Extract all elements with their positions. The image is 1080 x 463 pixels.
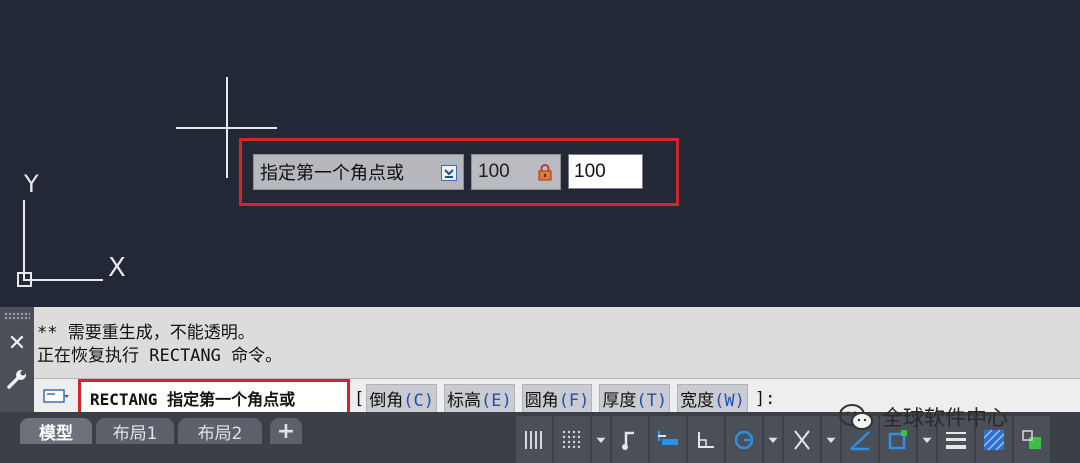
ucs-x-label: X <box>108 253 126 283</box>
ucs-origin-icon <box>17 272 32 287</box>
watermark-text: 全球软件中心 <box>882 406 1008 430</box>
ortho-icon[interactable] <box>688 416 724 463</box>
selection-cycling-icon[interactable] <box>1014 416 1050 463</box>
history-line: 正在恢复执行 RECTANG 命令。 <box>37 346 283 366</box>
dynamic-input-field-locked[interactable]: 100 <box>471 154 561 190</box>
command-current-prompt: RECTANG 指定第一个角点或 <box>90 390 296 409</box>
option-label: 宽度 <box>680 391 715 411</box>
wrench-icon[interactable] <box>6 368 28 390</box>
grid-icon[interactable] <box>516 416 552 463</box>
options-close-bracket: ]: <box>754 388 776 409</box>
dynamic-input-prompt-label: 指定第一个角点或 <box>260 163 404 184</box>
option-label: 倒角 <box>369 391 404 411</box>
isometric-icon[interactable] <box>784 416 820 463</box>
option-key: (E) <box>480 391 512 411</box>
tab-layout1[interactable]: 布局1 <box>96 418 174 444</box>
tab-layout2[interactable]: 布局2 <box>178 418 262 444</box>
snap-icon[interactable] <box>554 416 590 463</box>
option-fillet[interactable]: 圆角(F) <box>521 384 593 413</box>
tab-model[interactable]: 模型 <box>20 418 92 444</box>
option-key: (T) <box>636 391 668 411</box>
option-label: 圆角 <box>524 391 559 411</box>
drag-grip-icon[interactable] <box>4 312 30 320</box>
ucs-y-axis <box>23 200 25 280</box>
dynamic-input-field[interactable]: 100 <box>568 154 643 189</box>
history-line: ** 需要重生成，不能透明。 <box>37 323 255 343</box>
option-key: (C) <box>403 391 434 411</box>
watermark: 全球软件中心 <box>838 402 1008 432</box>
option-thickness[interactable]: 厚度(T) <box>599 384 671 413</box>
dynamic-input-prompt: 指定第一个角点或 <box>253 154 464 190</box>
lock-icon <box>538 164 552 181</box>
dropdown-arrow-icon[interactable] <box>592 416 610 463</box>
dynamic-input-icon[interactable] <box>650 416 686 463</box>
option-key: (W) <box>714 391 745 411</box>
crosshair-cursor-vertical <box>226 77 228 178</box>
option-width[interactable]: 宽度(W) <box>677 384 748 413</box>
option-label: 标高 <box>446 391 481 411</box>
options-open-bracket: [ <box>354 388 365 409</box>
command-history: ** 需要重生成，不能透明。正在恢复执行 RECTANG 命令。 <box>37 322 282 368</box>
options-down-arrow-icon[interactable] <box>441 165 457 181</box>
add-layout-button[interactable]: + <box>270 418 302 444</box>
wechat-icon <box>839 404 873 430</box>
option-key: (F) <box>558 391 590 411</box>
polar-tracking-icon[interactable] <box>726 416 762 463</box>
dynamic-input-locked-value: 100 <box>478 161 510 182</box>
option-elevation[interactable]: 标高(E) <box>443 384 515 413</box>
infer-constraints-icon[interactable] <box>612 416 648 463</box>
ucs-y-label: Y <box>24 170 39 198</box>
ucs-x-axis <box>23 279 103 281</box>
dropdown-arrow-icon[interactable] <box>764 416 782 463</box>
close-icon[interactable]: ✕ <box>6 333 28 355</box>
option-chamfer[interactable]: 倒角(C) <box>366 384 437 413</box>
command-options: [ 倒角(C) 标高(E) 圆角(F) 厚度(T) 宽度(W) ]: <box>354 384 775 413</box>
option-label: 厚度 <box>602 391 637 411</box>
command-window-sidebar <box>0 307 34 412</box>
command-customize-icon[interactable] <box>42 387 70 405</box>
